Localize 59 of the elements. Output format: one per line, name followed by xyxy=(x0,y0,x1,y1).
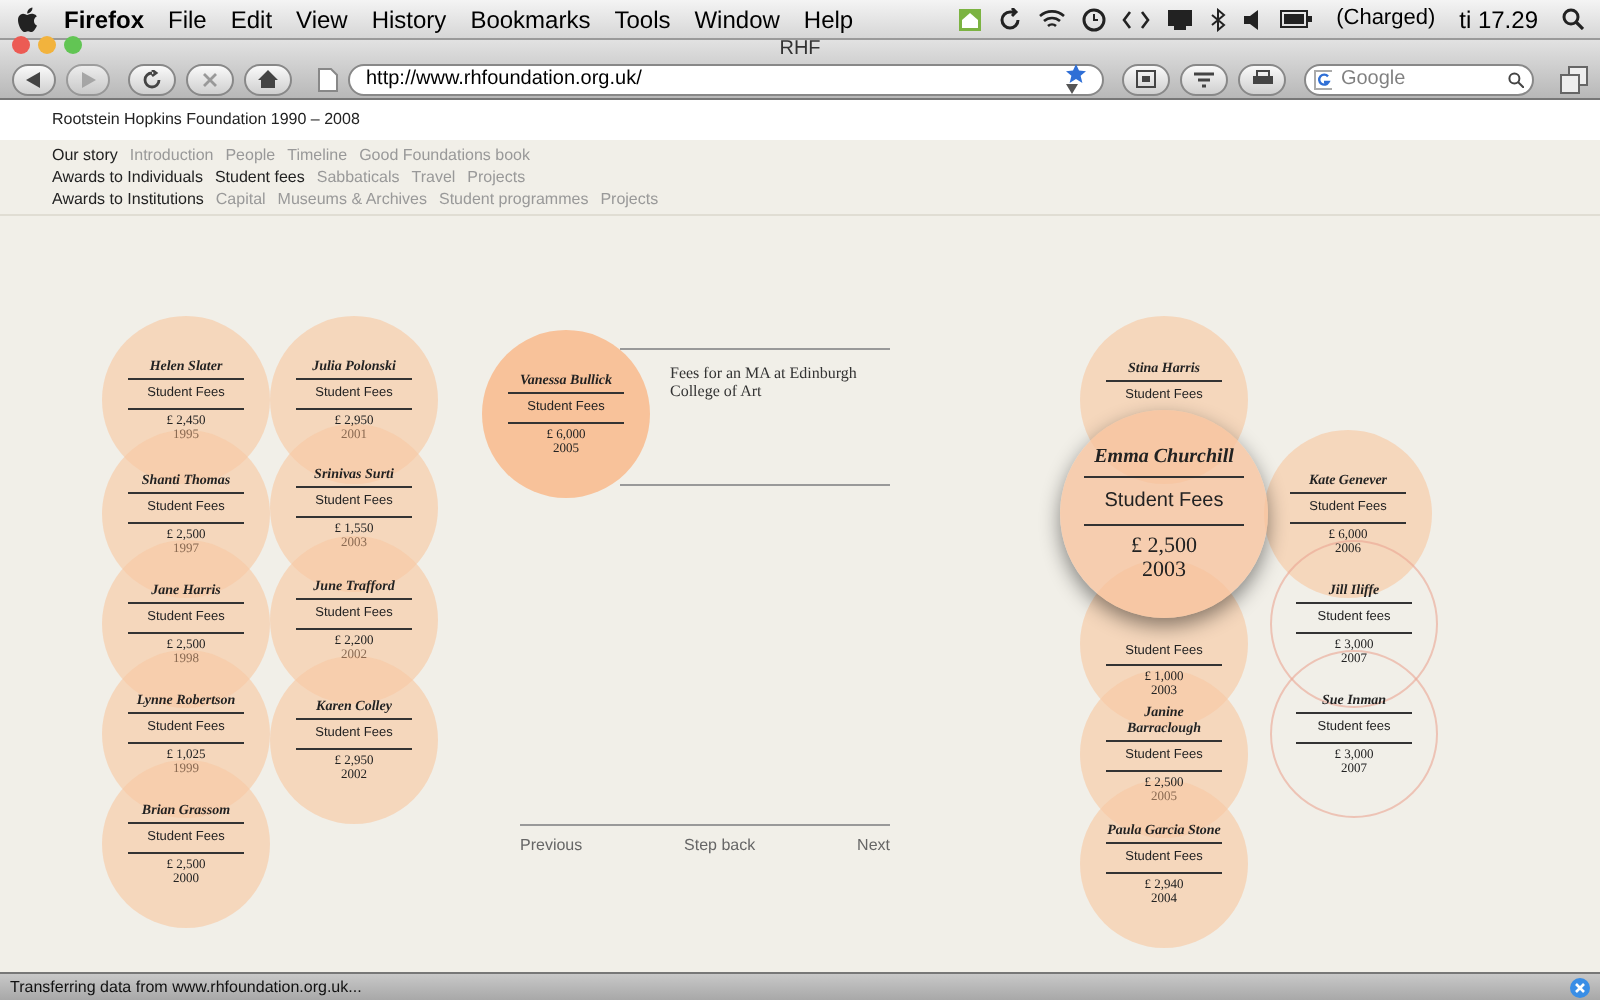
sync-icon[interactable] xyxy=(998,7,1023,31)
address-field[interactable]: http://www.rhfoundation.org.uk/ xyxy=(348,63,1104,95)
home-button[interactable] xyxy=(244,63,292,95)
filter-icon xyxy=(1194,71,1214,87)
frame-icon xyxy=(1136,70,1156,88)
app-menu[interactable]: Firefox xyxy=(64,1,145,37)
nav-section-link[interactable]: Our story xyxy=(52,144,118,166)
wifi-icon[interactable] xyxy=(1038,7,1067,31)
menu-item[interactable]: File xyxy=(168,1,207,37)
window-title: RHF xyxy=(779,40,821,60)
apple-icon[interactable] xyxy=(16,5,40,33)
search-icon[interactable] xyxy=(1562,8,1584,30)
screenshot-button[interactable] xyxy=(1122,63,1170,95)
print-button[interactable] xyxy=(1238,63,1286,95)
nav-section-link[interactable]: Awards to Institutions xyxy=(52,188,204,210)
code-icon[interactable] xyxy=(1122,9,1151,29)
filter-button[interactable] xyxy=(1180,63,1228,95)
award-year: 2003 xyxy=(1142,558,1186,582)
pager-link[interactable]: Previous xyxy=(520,834,583,858)
menu-item[interactable]: Help xyxy=(803,1,854,37)
back-arrow-icon xyxy=(26,71,42,87)
search-input[interactable]: Google xyxy=(1340,64,1501,94)
award-description: Fees for an MA at Edinburgh College of Art xyxy=(670,364,859,400)
close-icon[interactable] xyxy=(1570,977,1590,997)
search-icon[interactable] xyxy=(1508,71,1524,87)
printer-icon xyxy=(1251,70,1273,88)
nav-link[interactable]: Student fees xyxy=(214,166,305,188)
pager-link[interactable]: Next xyxy=(857,834,890,858)
menu-item[interactable]: Window xyxy=(694,1,780,37)
home-icon xyxy=(258,70,278,88)
menu-item[interactable]: Tools xyxy=(614,1,671,37)
menu-item[interactable]: Bookmarks xyxy=(470,1,591,37)
clock-icon[interactable] xyxy=(1082,7,1107,31)
back-button[interactable] xyxy=(12,63,56,95)
reload-icon xyxy=(142,69,162,89)
search-engine-icon[interactable] xyxy=(1314,69,1333,89)
nav-section-link[interactable]: Awards to Individuals xyxy=(52,166,203,188)
menu-item[interactable]: Edit xyxy=(230,1,273,37)
forward-arrow-icon xyxy=(80,71,96,87)
search-field[interactable]: Google xyxy=(1304,63,1534,95)
menu-clock: ti 17.29 xyxy=(1459,3,1538,37)
status-text: Transferring data from www.rhfoundation.org.uk... xyxy=(10,975,364,999)
award-amount: £ 2,500 xyxy=(1131,532,1197,558)
menu-item[interactable]: History xyxy=(371,1,447,37)
bookmark-star-icon[interactable] xyxy=(1066,64,1086,84)
stop-button[interactable] xyxy=(186,63,234,95)
reload-button[interactable] xyxy=(128,63,176,95)
display-icon[interactable] xyxy=(1166,8,1195,30)
stop-icon xyxy=(202,71,218,87)
site-title: Rootstein Hopkins Foundation 1990 – 2008 xyxy=(52,108,360,132)
recipient-name: Emma Churchill xyxy=(1094,446,1234,472)
page-icon xyxy=(318,67,338,91)
battery-status: (Charged) xyxy=(1336,4,1436,35)
menu-item[interactable]: View xyxy=(296,1,348,37)
pager-link[interactable]: Step back xyxy=(684,834,756,858)
award-type: Student Fees xyxy=(1104,488,1224,516)
windows-icon[interactable] xyxy=(1560,65,1588,93)
battery-icon[interactable] xyxy=(1280,10,1313,28)
bluetooth-icon[interactable] xyxy=(1210,7,1227,31)
